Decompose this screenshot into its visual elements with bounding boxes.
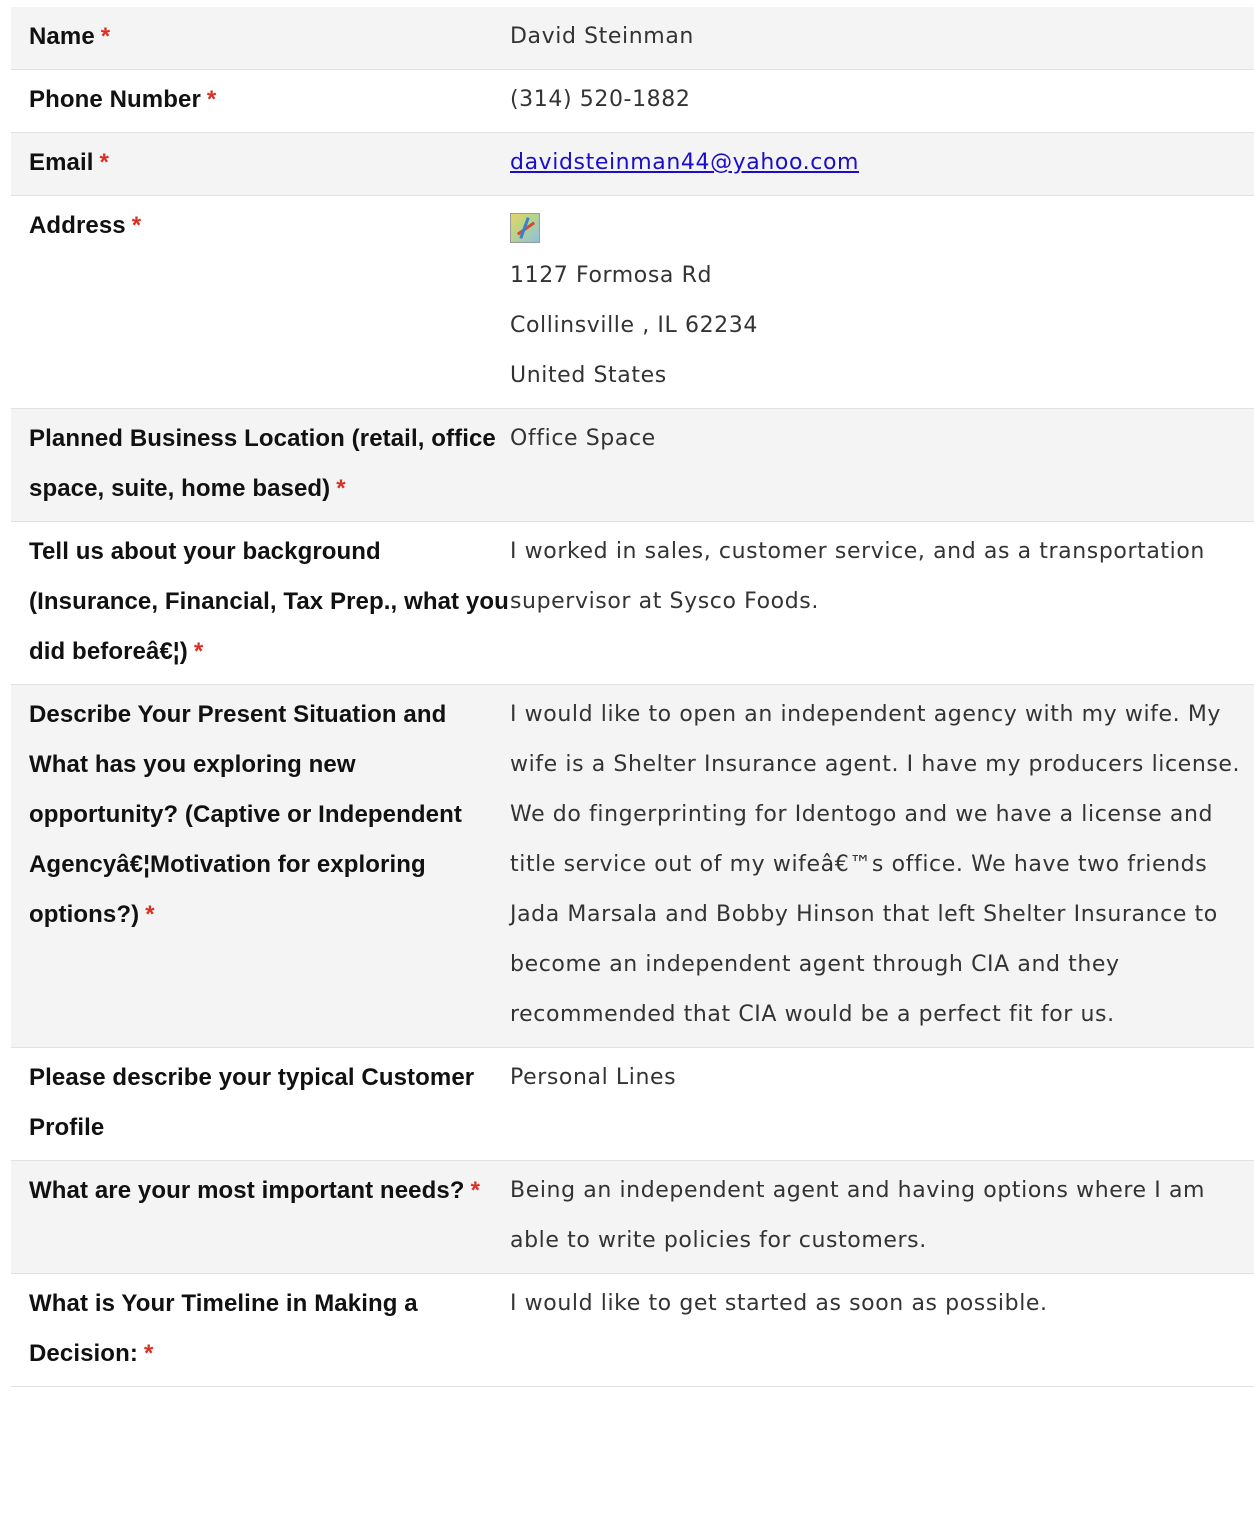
field-value: (314) 520-1882 bbox=[510, 70, 1254, 133]
required-marker: * bbox=[143, 1340, 154, 1367]
field-label: Planned Business Location (retail, offic… bbox=[11, 409, 510, 522]
field-label: Tell us about your background (Insurance… bbox=[11, 522, 510, 685]
value-customer-profile: Personal Lines bbox=[510, 1065, 677, 1090]
required-marker: * bbox=[336, 475, 346, 502]
field-label: Describe Your Present Situation and What… bbox=[11, 685, 510, 1048]
label-background: Tell us about your background (Insurance… bbox=[29, 538, 509, 665]
label-phone: Phone Number bbox=[29, 86, 201, 113]
label-email: Email bbox=[29, 149, 94, 176]
value-background: I worked in sales, customer service, and… bbox=[510, 539, 1205, 614]
row-name: Name * David Steinman bbox=[11, 7, 1254, 70]
value-timeline: I would like to get started as soon as p… bbox=[510, 1291, 1048, 1316]
row-email: Email * davidsteinman44@yahoo.com bbox=[11, 132, 1254, 196]
row-business-location: Planned Business Location (retail, offic… bbox=[11, 408, 1254, 522]
field-value: I would like to open an independent agen… bbox=[510, 685, 1254, 1048]
row-customer-profile: Please describe your typical Customer Pr… bbox=[11, 1048, 1254, 1161]
field-value: I worked in sales, customer service, and… bbox=[510, 522, 1254, 685]
row-background: Tell us about your background (Insurance… bbox=[11, 522, 1254, 685]
required-marker: * bbox=[206, 86, 217, 113]
field-value: I would like to get started as soon as p… bbox=[510, 1274, 1254, 1387]
field-value: Office Space bbox=[510, 409, 1254, 522]
field-label: Email * bbox=[11, 133, 510, 196]
required-marker: * bbox=[470, 1177, 481, 1204]
required-marker: * bbox=[100, 23, 111, 50]
field-label: What is Your Timeline in Making a Decisi… bbox=[11, 1274, 510, 1387]
field-value: 1127 Formosa Rd Collinsville , IL 62234 … bbox=[510, 196, 1254, 409]
field-value: davidsteinman44@yahoo.com bbox=[510, 133, 1254, 196]
label-address: Address bbox=[29, 212, 126, 239]
field-value: Personal Lines bbox=[510, 1048, 1254, 1161]
row-present-situation: Describe Your Present Situation and What… bbox=[11, 684, 1254, 1048]
value-important-needs: Being an independent agent and having op… bbox=[510, 1178, 1206, 1253]
field-label: Please describe your typical Customer Pr… bbox=[11, 1048, 510, 1161]
field-value: David Steinman bbox=[510, 7, 1254, 70]
value-phone: (314) 520-1882 bbox=[510, 87, 691, 112]
field-value: Being an independent agent and having op… bbox=[510, 1161, 1254, 1274]
field-label: Phone Number * bbox=[11, 70, 510, 133]
label-important-needs: What are your most important needs? bbox=[29, 1177, 465, 1204]
address-line-2: Collinsville , IL 62234 bbox=[510, 313, 758, 338]
label-timeline: What is Your Timeline in Making a Decisi… bbox=[29, 1290, 418, 1367]
value-present-situation: I would like to open an independent agen… bbox=[510, 702, 1241, 1027]
label-name: Name bbox=[29, 23, 95, 50]
value-name: David Steinman bbox=[510, 24, 694, 49]
row-important-needs: What are your most important needs? * Bei… bbox=[11, 1160, 1254, 1274]
address-line-3: United States bbox=[510, 363, 667, 388]
map-icon[interactable] bbox=[510, 213, 540, 243]
label-present-situation: Describe Your Present Situation and What… bbox=[29, 701, 462, 928]
email-link[interactable]: davidsteinman44@yahoo.com bbox=[510, 150, 859, 175]
row-phone: Phone Number * (314) 520-1882 bbox=[11, 70, 1254, 133]
required-marker: * bbox=[131, 212, 142, 239]
field-label: What are your most important needs? * bbox=[11, 1161, 510, 1274]
required-marker: * bbox=[193, 638, 204, 665]
field-label: Name * bbox=[11, 7, 510, 70]
field-label: Address * bbox=[11, 196, 510, 409]
required-marker: * bbox=[145, 901, 155, 928]
label-customer-profile: Please describe your typical Customer Pr… bbox=[29, 1064, 475, 1141]
row-address: Address * 1127 Formosa Rd Collinsville , … bbox=[11, 196, 1254, 409]
required-marker: * bbox=[99, 149, 109, 176]
submission-details-table: Name * David Steinman Phone Number * (314)… bbox=[11, 7, 1254, 1387]
address-line-1: 1127 Formosa Rd bbox=[510, 263, 713, 288]
value-business-location: Office Space bbox=[510, 426, 656, 451]
row-timeline: What is Your Timeline in Making a Decisi… bbox=[11, 1274, 1254, 1387]
label-business-location: Planned Business Location (retail, offic… bbox=[29, 425, 496, 502]
